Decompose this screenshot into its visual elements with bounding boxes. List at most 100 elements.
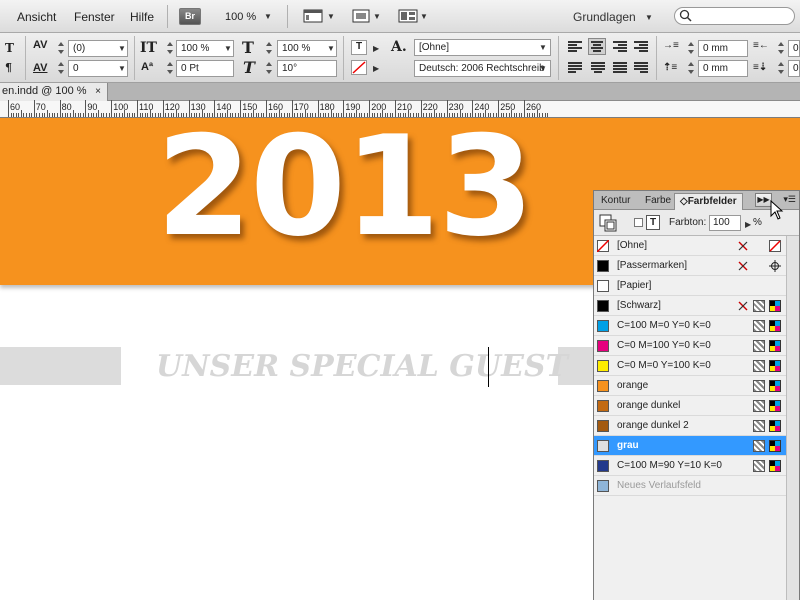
chevron-down-icon[interactable]: ▼ (224, 44, 232, 53)
screen-mode-icon[interactable] (351, 8, 373, 24)
justify-center-icon[interactable] (591, 62, 605, 74)
close-icon[interactable]: × (95, 83, 101, 100)
align-left-icon[interactable] (568, 41, 582, 53)
swatch-row[interactable]: orange dunkel (594, 396, 786, 416)
kerning-stepper[interactable] (56, 40, 66, 56)
swatch-name: [Ohne] (617, 240, 648, 251)
tab-kontur[interactable]: Kontur (596, 193, 635, 210)
align-center-icon[interactable] (588, 38, 606, 55)
vertical-scale-stepper[interactable] (165, 40, 175, 56)
text-format-icon[interactable]: T (646, 215, 660, 230)
ruler-minor-tick (23, 113, 25, 117)
horizontal-scale-stepper[interactable] (264, 40, 274, 56)
right-indent-field[interactable]: 0 mm (788, 40, 800, 57)
swatch-row[interactable]: [Papier] (594, 276, 786, 296)
tab-farbe[interactable]: Farbe (640, 193, 676, 210)
space-after-stepper[interactable] (776, 60, 786, 76)
document-tab-title: en.indd @ 100 % (2, 85, 87, 97)
right-indent-stepper[interactable] (776, 40, 786, 56)
fill-swatch-icon[interactable]: T (351, 40, 367, 55)
character-format-icon[interactable]: T (5, 41, 14, 55)
arrange-documents-icon[interactable] (398, 8, 420, 24)
baseline-shift-stepper[interactable] (165, 60, 175, 76)
align-right-icon[interactable] (613, 41, 627, 53)
space-after-field[interactable]: 0 mm (788, 60, 800, 77)
chevron-down-icon[interactable]: ▼ (420, 12, 428, 21)
chevron-right-icon[interactable]: ▶ (745, 220, 751, 229)
chevron-down-icon[interactable]: ▼ (539, 43, 547, 52)
tracking-stepper[interactable] (56, 60, 66, 76)
swatch-row[interactable]: [Passermarken] (594, 256, 786, 276)
search-icon (679, 9, 692, 22)
swatch-row[interactable]: C=0 M=0 Y=100 K=0 (594, 356, 786, 376)
left-indent-field[interactable]: 0 mm (698, 40, 748, 57)
bridge-button[interactable]: Br (179, 8, 201, 25)
swatch-row[interactable]: [Ohne] (594, 236, 786, 256)
tab-farbfelder[interactable]: ◇Farbfelder (674, 193, 743, 210)
swatch-color-chip (597, 340, 609, 352)
tab-stack-icon: ◇ (680, 196, 688, 207)
chevron-down-icon[interactable]: ▼ (118, 44, 126, 53)
swatch-name: C=100 M=90 Y=10 K=0 (617, 460, 722, 471)
swatch-row[interactable]: C=100 M=0 Y=0 K=0 (594, 316, 786, 336)
skew-stepper[interactable] (264, 60, 274, 76)
process-color-icon (753, 420, 765, 432)
swatch-row[interactable]: Neues Verlaufsfeld (594, 476, 786, 496)
ruler-minor-tick (57, 113, 59, 117)
chevron-down-icon[interactable]: ▼ (118, 64, 126, 73)
space-before-stepper[interactable] (686, 60, 696, 76)
swatch-row[interactable]: orange (594, 376, 786, 396)
scrollbar[interactable] (786, 236, 799, 600)
ruler-minor-tick (10, 113, 12, 117)
year-headline[interactable]: 2013 (156, 118, 534, 256)
swatch-row[interactable]: C=100 M=90 Y=10 K=0 (594, 456, 786, 476)
chevron-down-icon[interactable]: ▼ (327, 44, 335, 53)
panel-menu-icon[interactable]: ▾☰ (783, 194, 796, 205)
zoom-level[interactable]: 100 % (225, 11, 256, 23)
container-toggle-icon[interactable] (634, 218, 643, 227)
justify-left-icon[interactable] (568, 62, 582, 74)
paragraph-format-icon[interactable]: ¶ (5, 61, 12, 74)
chevron-down-icon[interactable]: ▼ (373, 12, 381, 21)
ruler-minor-tick (36, 113, 38, 117)
justify-right-icon[interactable] (634, 62, 648, 74)
baseline-shift-field[interactable]: 0 Pt (176, 60, 234, 77)
swatch-color-chip (597, 360, 609, 372)
align-towards-spine-icon[interactable] (634, 41, 648, 53)
chevron-right-icon[interactable]: ▶ (373, 64, 379, 73)
separator (656, 36, 657, 80)
tint-field[interactable]: 100 (709, 215, 741, 231)
menu-ansicht[interactable]: Ansicht (17, 10, 56, 24)
ruler-minor-tick (62, 113, 64, 117)
view-options-icon[interactable] (303, 8, 325, 24)
swatch-row[interactable]: C=0 M=100 Y=0 K=0 (594, 336, 786, 356)
menu-fenster[interactable]: Fenster (74, 10, 115, 24)
ruler-minor-tick (67, 113, 69, 117)
ruler-minor-tick (64, 113, 66, 117)
swatch-row[interactable]: grau (594, 436, 786, 456)
swatch-row[interactable]: [Schwarz] (594, 296, 786, 316)
search-input[interactable] (674, 7, 795, 25)
chevron-right-icon[interactable]: ▶ (373, 44, 379, 53)
space-before-field[interactable]: 0 mm (698, 60, 748, 77)
language-select[interactable]: Deutsch: 2006 Rechtschreib (414, 60, 551, 77)
justify-all-icon[interactable] (613, 62, 627, 74)
workspace-switcher[interactable]: Grundlagen (573, 10, 636, 24)
stroke-swatch-icon[interactable] (351, 60, 367, 75)
character-style-select[interactable]: [Ohne] (414, 39, 551, 56)
ruler-minor-tick (544, 113, 546, 117)
zoom-dropdown-icon[interactable]: ▼ (264, 12, 272, 21)
menu-hilfe[interactable]: Hilfe (130, 10, 154, 24)
left-indent-stepper[interactable] (686, 40, 696, 56)
chevron-down-icon[interactable]: ▼ (327, 12, 335, 21)
swatch-row[interactable]: orange dunkel 2 (594, 416, 786, 436)
fill-stroke-icon[interactable] (599, 214, 617, 232)
chevron-down-icon[interactable]: ▼ (539, 64, 547, 73)
subtitle-text[interactable]: UNSER SPECIAL GUEST (156, 349, 568, 384)
grey-bar-left[interactable] (0, 347, 121, 385)
document-tab[interactable]: en.indd @ 100 % × (0, 83, 108, 101)
skew-field[interactable]: 10° (277, 60, 337, 77)
ruler-minor-tick (106, 113, 108, 117)
ruler-minor-tick (77, 113, 79, 117)
chevron-down-icon[interactable]: ▼ (645, 13, 653, 22)
